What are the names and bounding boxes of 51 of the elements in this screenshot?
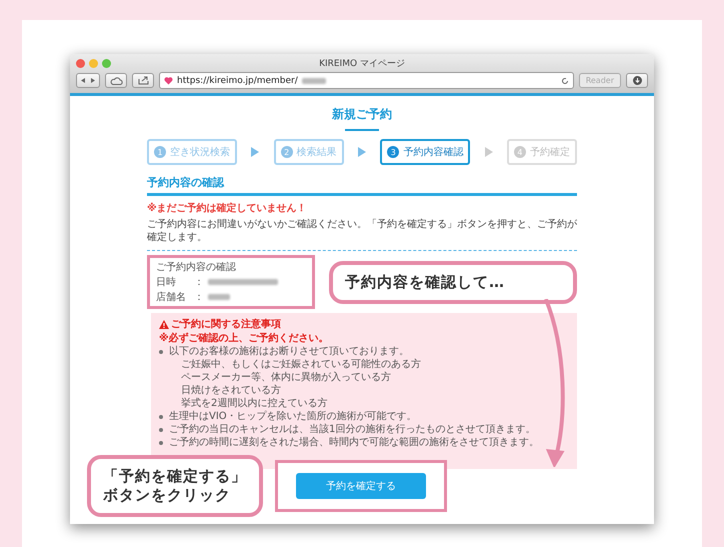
heart-icon (164, 76, 173, 85)
page-heading: 新規ご予約 (331, 106, 393, 123)
section-title: 予約内容の確認 (147, 175, 577, 196)
notice-title: ご予約に関する注意事項 (171, 317, 281, 331)
share-icon (138, 76, 148, 85)
notice-subtitle: ※必ずご確認の上、ご予約ください。 (159, 332, 330, 345)
step-arrow-icon (251, 147, 260, 157)
icloud-button[interactable] (105, 73, 127, 88)
bullet-icon (159, 428, 163, 432)
notice-item: 生理中はVIO・ヒップを除いた箇所の施術が可能です。 (169, 410, 417, 423)
download-icon (632, 76, 642, 85)
bullet-icon (159, 350, 163, 354)
blurred-text (302, 78, 326, 84)
field-label: 日時 (156, 276, 177, 289)
reload-icon[interactable] (560, 76, 569, 84)
step-arrow-icon (484, 147, 493, 157)
separator: ： (194, 276, 204, 289)
step-indicator: 1 空き状況検索 (147, 139, 237, 165)
address-field[interactable]: https://kireimo.jp/member/ (159, 72, 574, 89)
confirm-button[interactable]: 予約を確定する (296, 473, 426, 499)
notice-item: ご予約の当日のキャンセルは、当該1回分の施術を行ったものとさせて頂きます。 (169, 423, 536, 436)
warning-text: ※まだご予約は確定していません！ (147, 201, 308, 215)
blurred-text (208, 294, 230, 300)
callout-text: 「予約を確定する」 (103, 467, 247, 486)
arrows-icon (80, 77, 96, 84)
callout-text: 予約内容を確認して… (345, 272, 506, 292)
field-label: 店舗名 (156, 290, 187, 304)
notice-subitem: ペースメーカー等、体内に異物が入っている方 (180, 371, 392, 384)
blurred-text (208, 279, 278, 285)
close-icon[interactable] (76, 58, 85, 68)
summary-title: ご予約内容の確認 (156, 260, 237, 274)
step-indicator: 2 検索結果 (274, 139, 344, 165)
window-title: KIREIMO マイページ (319, 58, 405, 70)
bullet-icon (159, 440, 163, 444)
downloads-button[interactable] (626, 73, 648, 88)
back-forward-button[interactable] (76, 73, 100, 88)
notice-item: ご予約の時間に遅刻をされた場合、時間内で可能な範囲の施術をさせて頂きます。 (169, 436, 539, 449)
notice-subitem: ご妊娠中、もしくはご妊娠されている可能性のある方 (180, 358, 422, 371)
notice-item: 以下のお客様の施術はお断りさせて頂いております。 (169, 345, 409, 358)
step-arrow-icon (358, 147, 366, 157)
share-button[interactable] (132, 73, 154, 88)
separator: ： (194, 291, 204, 304)
notice-subitem: 挙式を2週間以内に控えている方 (180, 397, 328, 410)
reader-button[interactable]: Reader (578, 73, 621, 88)
callout-text: ボタンをクリック (103, 486, 232, 505)
step-indicator: 3 予約内容確認 (380, 139, 470, 165)
notice-subitem: 日焼けをされている方 (180, 384, 282, 397)
cloud-icon (110, 76, 122, 84)
warning-icon (159, 320, 169, 328)
instruction-text: ご予約内容にお間違いがないかご確認ください。「予約を確定する」ボタンを押すと、ご予約が確定します。 (147, 218, 577, 251)
bullet-icon (159, 414, 163, 418)
